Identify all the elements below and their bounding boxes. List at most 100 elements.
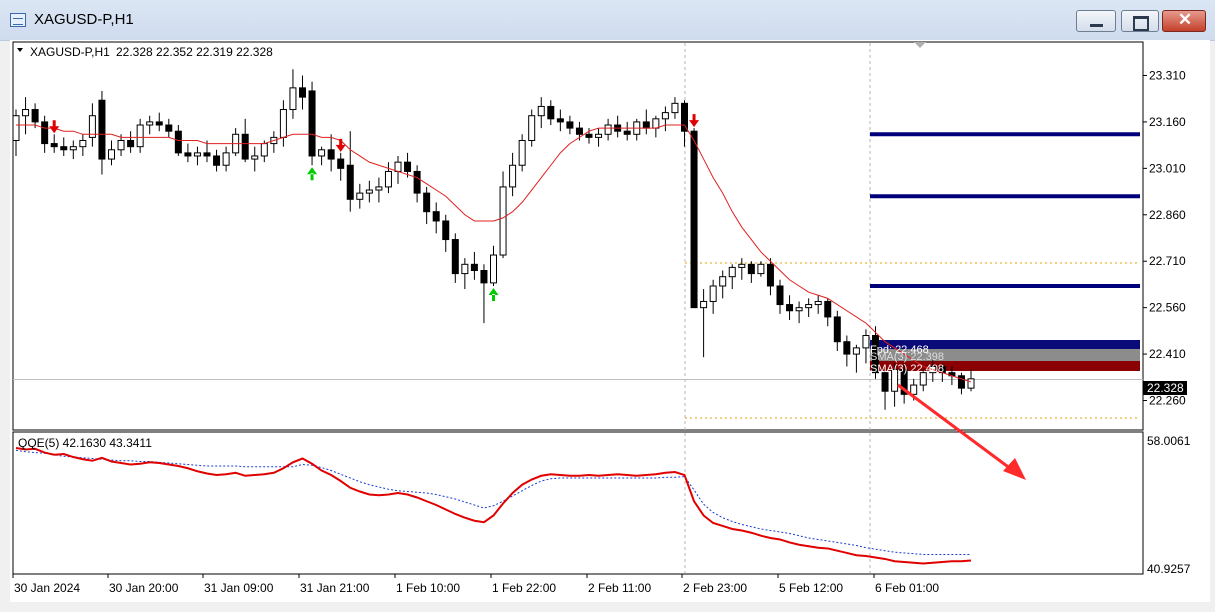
candle-body — [661, 112, 669, 120]
price-tick-label: 22.260 — [1149, 394, 1186, 408]
minimize-button[interactable] — [1076, 10, 1116, 32]
candle-body — [652, 118, 660, 129]
candle-body — [174, 130, 182, 154]
close-button[interactable]: ✕ — [1162, 10, 1206, 32]
level-label-2: SMA(3) 22.398 — [870, 351, 944, 363]
candle-body — [480, 270, 488, 284]
price-tick-label: 22.860 — [1149, 208, 1186, 222]
price-tick-label: 23.160 — [1149, 115, 1186, 129]
candle-body — [642, 121, 650, 129]
restore-button[interactable] — [1121, 10, 1159, 32]
candle-body — [719, 276, 727, 287]
candle-body — [814, 300, 822, 306]
indicator-min-label: 40.9257 — [1147, 562, 1191, 576]
candle-body — [365, 189, 373, 194]
candle-body — [299, 87, 306, 98]
time-axis-label: 1 Feb 10:00 — [396, 581, 460, 595]
ohlc-values: 22.328 22.352 22.319 22.328 — [116, 45, 273, 59]
price-tick-label: 23.310 — [1149, 68, 1186, 82]
candle-body — [604, 124, 612, 135]
candle-body — [108, 149, 115, 160]
candle-body — [146, 121, 154, 126]
candle-body — [203, 152, 211, 157]
candle-body — [738, 263, 746, 268]
symbol-label: XAGUSD-P,H1 — [30, 45, 110, 59]
candle-body — [967, 378, 975, 389]
candle-body — [623, 130, 631, 135]
indicator-max-label: 58.0061 — [1147, 434, 1191, 448]
time-axis-label: 2 Feb 23:00 — [683, 581, 747, 595]
candle-body — [499, 186, 507, 256]
candle-body — [461, 263, 469, 275]
candle-body — [442, 220, 450, 241]
candle-body — [547, 105, 555, 120]
price-tick-label: 23.010 — [1149, 161, 1186, 175]
candle-body — [346, 164, 354, 200]
candle-body — [260, 143, 268, 157]
window-titlebar: XAGUSD-P,H1 ✕ — [0, 0, 1215, 41]
candle-body — [136, 124, 144, 148]
candle-body — [41, 121, 49, 145]
minimize-icon — [1090, 24, 1103, 27]
candle-body — [509, 164, 517, 188]
candle-body — [12, 115, 20, 141]
candle-body — [537, 105, 545, 117]
candle — [308, 81, 316, 166]
current-price-label: 22.328 — [1147, 381, 1184, 395]
candle-body — [671, 102, 679, 114]
candle-body — [184, 152, 192, 157]
indicator-panel[interactable] — [12, 431, 1144, 575]
candle-body — [31, 109, 39, 123]
time-axis-label: 6 Feb 01:00 — [875, 581, 939, 595]
candle-body — [165, 124, 173, 132]
time-axis-label: 1 Feb 22:00 — [492, 581, 556, 595]
candle-body — [117, 139, 125, 151]
candle-body — [757, 263, 765, 275]
candle-body — [241, 133, 249, 160]
candle-body — [881, 372, 889, 392]
candle-body — [375, 186, 383, 191]
time-axis-label: 5 Feb 12:00 — [779, 581, 843, 595]
close-icon: ✕ — [1177, 10, 1193, 29]
candle-body — [681, 102, 688, 132]
candle-body — [251, 155, 259, 160]
candle-body — [451, 239, 459, 275]
candle-body — [413, 170, 421, 194]
price-tick-label: 22.710 — [1149, 254, 1186, 268]
candle-body — [384, 170, 392, 188]
candle-body — [805, 304, 813, 309]
time-axis-label: 30 Jan 20:00 — [109, 581, 179, 595]
candle-body — [22, 109, 30, 117]
chart-area[interactable]: 23.310 23.160 23.010 22.860 22.710 22.560 22.4… — [10, 40, 1210, 602]
candle-body — [518, 139, 526, 166]
time-axis-label: 31 Jan 09:00 — [204, 581, 274, 595]
candle-body — [356, 192, 364, 200]
candle-body — [852, 347, 860, 355]
candle-body — [595, 133, 603, 138]
candle-body — [776, 285, 784, 306]
candle-body — [575, 127, 583, 135]
candle-body — [957, 375, 965, 389]
main-chart-panel[interactable] — [12, 41, 1144, 431]
candle-body — [155, 121, 163, 126]
candle-body — [910, 384, 918, 395]
candle-body — [585, 133, 593, 138]
candle-body — [556, 118, 564, 123]
window-title: XAGUSD-P,H1 — [34, 11, 134, 28]
time-axis-label: 30 Jan 2024 — [14, 581, 80, 595]
candle-body — [795, 307, 803, 312]
candle-body — [766, 263, 774, 287]
restore-icon — [1133, 16, 1149, 31]
candle-body — [279, 109, 287, 138]
candle-body — [222, 152, 230, 166]
candle-body — [862, 335, 870, 349]
candle-body — [690, 130, 698, 309]
candle-body — [700, 300, 708, 309]
candle-body — [327, 149, 335, 160]
candle-body — [193, 152, 201, 157]
candle-body — [79, 139, 87, 148]
candle-body — [404, 161, 412, 172]
time-axis-label: 2 Feb 11:00 — [588, 581, 651, 595]
candle-body — [69, 146, 77, 151]
level-label-3: SMA(3) 22.408 — [870, 363, 944, 375]
